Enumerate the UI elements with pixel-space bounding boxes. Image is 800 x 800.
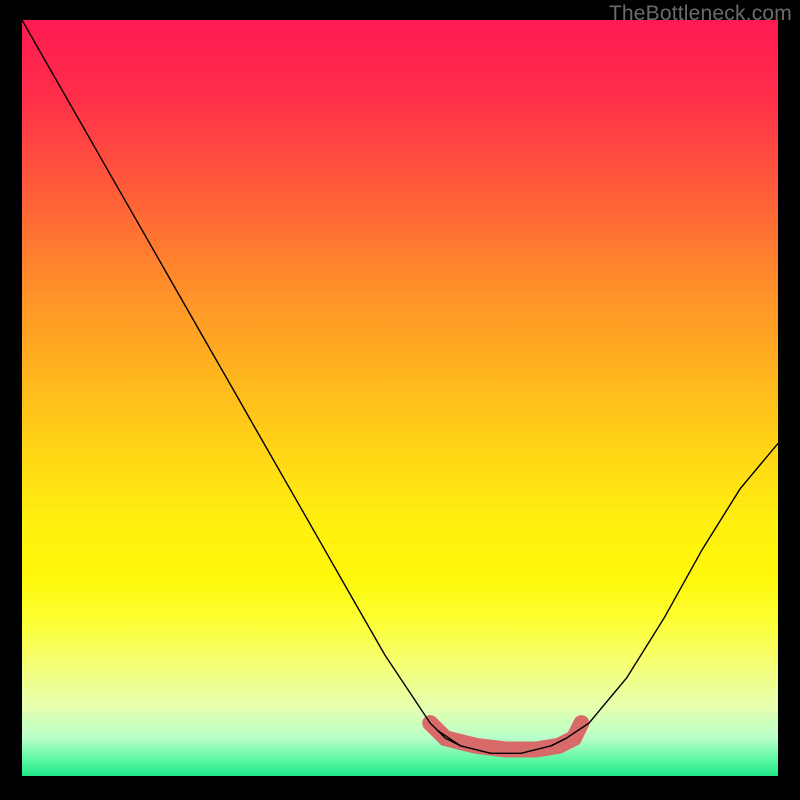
chart-stage: TheBottleneck.com	[0, 0, 800, 800]
curve-layer	[22, 20, 778, 776]
plot-area	[22, 20, 778, 776]
right-branch-line	[551, 443, 778, 745]
highlight-band	[430, 723, 581, 749]
left-branch-line	[22, 20, 461, 746]
